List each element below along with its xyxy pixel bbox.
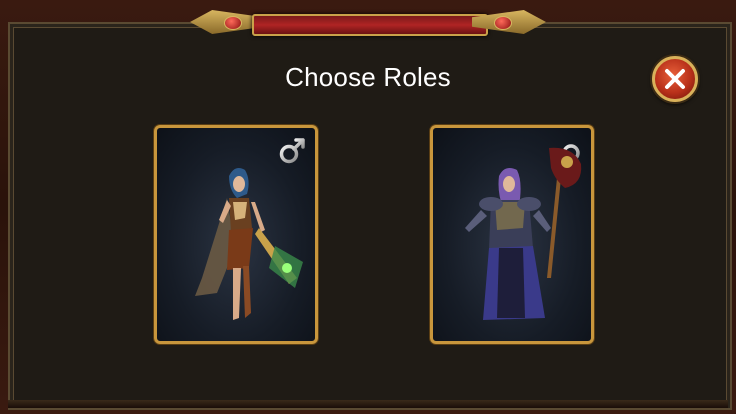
page-title: Choose Roles — [285, 62, 451, 92]
close-x-icon — [665, 69, 685, 89]
top-ornament — [190, 8, 546, 38]
ornament-gem-left — [224, 16, 242, 30]
role-card-male[interactable] — [430, 125, 594, 344]
close-button[interactable] — [652, 56, 698, 102]
male-mage-figure — [465, 147, 582, 320]
bottom-frame-band — [8, 400, 728, 408]
ornament-bar — [252, 14, 488, 36]
female-warrior-figure — [195, 168, 303, 320]
role-card-female[interactable] — [154, 125, 318, 344]
ornament-gem-right — [494, 16, 512, 30]
